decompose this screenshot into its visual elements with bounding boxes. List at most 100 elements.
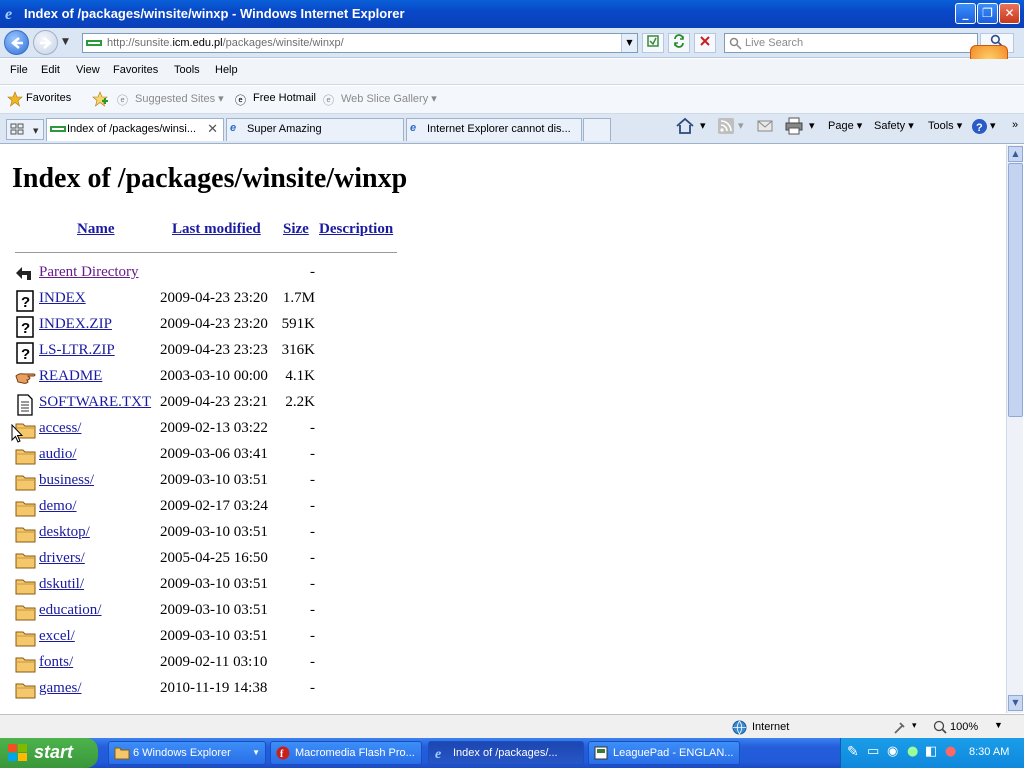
folder-icon <box>15 680 36 700</box>
home-icon[interactable] <box>675 117 695 135</box>
file-link[interactable]: games/ <box>39 680 82 697</box>
zoom-level[interactable]: 100% <box>950 721 978 733</box>
help-dropdown-icon[interactable]: ▾ <box>990 119 996 132</box>
tab-label: Index of /packages/winsi... <box>67 123 197 135</box>
tab-ie-icon: e <box>230 122 237 134</box>
file-link[interactable]: excel/ <box>39 628 75 645</box>
tray-volume-icon[interactable]: ◧ <box>925 744 937 759</box>
file-link[interactable]: INDEX.ZIP <box>39 316 112 333</box>
feeds-icon[interactable] <box>718 118 734 134</box>
compatibility-view-button[interactable] <box>642 33 664 53</box>
tray-pen-icon[interactable]: ✎ <box>847 744 859 760</box>
file-link[interactable]: access/ <box>39 420 81 437</box>
zoom-dropdown-icon[interactable]: ▼ <box>994 720 1003 730</box>
protected-mode-dropdown-icon[interactable]: ▾ <box>912 720 917 731</box>
parent-icon <box>15 264 35 284</box>
tab-label: Internet Explorer cannot dis... <box>427 123 571 135</box>
file-size: - <box>310 472 315 488</box>
new-tab-button[interactable] <box>583 118 611 141</box>
back-button[interactable] <box>4 30 29 55</box>
menu-tools[interactable]: Tools <box>174 64 200 76</box>
scroll-thumb[interactable] <box>1008 163 1023 417</box>
menu-help[interactable]: Help <box>215 64 238 76</box>
tray-security-icon[interactable]: ● <box>945 744 956 759</box>
file-link[interactable]: INDEX <box>39 290 86 307</box>
page-menu[interactable]: Page ▾ <box>828 119 862 132</box>
menu-file[interactable]: File <box>10 64 28 76</box>
address-dropdown-icon[interactable]: ▼ <box>621 34 637 52</box>
fav-free-hotmail[interactable]: Free Hotmail <box>253 92 316 104</box>
file-link[interactable]: LS-LTR.ZIP <box>39 342 115 359</box>
tab-label: Super Amazing <box>247 123 322 135</box>
feeds-dropdown-icon[interactable]: ▾ <box>738 119 744 132</box>
tab-ie-icon: e <box>410 122 417 134</box>
stop-button[interactable] <box>694 33 716 53</box>
col-description-header[interactable]: Description <box>319 221 393 238</box>
favorites-star-icon <box>7 91 23 107</box>
file-modified: 2009-04-23 23:20 <box>160 316 268 332</box>
tab-ie-cannot-display[interactable]: e Internet Explorer cannot dis... <box>406 118 582 141</box>
add-favorite-icon[interactable] <box>92 91 108 107</box>
forward-button[interactable] <box>33 30 58 55</box>
close-button[interactable]: ✕ <box>999 3 1020 24</box>
history-dropdown-icon[interactable]: ▼ <box>62 37 69 47</box>
security-zone[interactable]: Internet <box>752 721 789 733</box>
col-name-header[interactable]: Name <box>77 221 115 238</box>
tray-app-icon[interactable]: ● <box>907 744 918 759</box>
file-link[interactable]: README <box>39 368 102 385</box>
tab-super-amazing[interactable]: e Super Amazing <box>226 118 404 141</box>
file-link[interactable]: desktop/ <box>39 524 90 541</box>
read-mail-icon[interactable] <box>757 119 773 133</box>
protected-mode-icon[interactable] <box>892 720 907 735</box>
minimize-button[interactable]: _ <box>955 3 976 24</box>
menu-favorites[interactable]: Favorites <box>113 64 158 76</box>
safety-menu[interactable]: Safety ▾ <box>874 119 914 132</box>
fav-web-slice-gallery[interactable]: Web Slice Gallery ▾ <box>341 92 437 105</box>
restore-button[interactable]: ❐ <box>977 3 998 24</box>
more-commands-icon[interactable]: » <box>1012 119 1018 131</box>
tray-monitor-icon[interactable]: ▭ <box>867 744 879 759</box>
file-link[interactable]: dskutil/ <box>39 576 84 593</box>
file-link[interactable]: business/ <box>39 472 94 489</box>
print-dropdown-icon[interactable]: ▾ <box>809 119 815 132</box>
menu-edit[interactable]: Edit <box>41 64 60 76</box>
file-link[interactable]: drivers/ <box>39 550 85 567</box>
home-dropdown-icon[interactable]: ▾ <box>700 119 706 132</box>
tray-network-icon[interactable]: ◉ <box>887 744 898 759</box>
print-icon[interactable] <box>785 117 803 135</box>
taskbar-task[interactable]: e Index of /packages/... <box>428 741 584 765</box>
taskbar-task[interactable]: LeaguePad - ENGLAN... <box>588 741 740 765</box>
tab-index-of-packages[interactable]: Index of /packages/winsi... ✕ <box>46 118 224 141</box>
taskbar-task[interactable]: f Macromedia Flash Pro... <box>270 741 422 765</box>
scroll-up-icon[interactable]: ▲ <box>1008 146 1023 162</box>
scroll-down-icon[interactable]: ▼ <box>1008 695 1023 711</box>
file-link[interactable]: audio/ <box>39 446 77 463</box>
search-input[interactable]: Live Search <box>724 33 978 53</box>
fav-ie-icon: ⓔ <box>323 95 334 107</box>
fav-suggested-sites[interactable]: Suggested Sites ▾ <box>135 92 224 105</box>
col-modified-header[interactable]: Last modified <box>172 221 261 238</box>
file-link[interactable]: fonts/ <box>39 654 73 671</box>
task-group-dropdown-icon[interactable]: ▼ <box>252 748 260 757</box>
vertical-scrollbar[interactable]: ▲ ▼ <box>1006 145 1023 713</box>
start-button[interactable]: start <box>0 738 98 768</box>
file-link[interactable]: education/ <box>39 602 101 619</box>
clock[interactable]: 8:30 AM <box>969 746 1009 758</box>
tab-bar: ▼ Index of /packages/winsi... ✕ e Super … <box>0 114 1024 144</box>
site-favicon-icon <box>86 40 102 46</box>
file-link[interactable]: demo/ <box>39 498 77 515</box>
ie-icon: e <box>434 746 448 763</box>
favorites-button[interactable]: Favorites <box>26 92 71 104</box>
tools-menu[interactable]: Tools ▾ <box>928 119 962 132</box>
help-icon[interactable]: ? <box>971 118 988 135</box>
taskbar-task[interactable]: 6 Windows Explorer ▼ <box>108 741 266 765</box>
file-row: ? INDEX.ZIP 2009-04-23 23:20 591K <box>2 315 402 341</box>
refresh-button[interactable] <box>668 33 690 53</box>
file-link[interactable]: Parent Directory <box>39 264 139 281</box>
menu-view[interactable]: View <box>76 64 100 76</box>
quick-tabs-button[interactable]: ▼ <box>6 119 44 140</box>
tab-close-icon[interactable]: ✕ <box>207 121 218 137</box>
col-size-header[interactable]: Size <box>283 221 309 238</box>
file-link[interactable]: SOFTWARE.TXT <box>39 394 151 411</box>
address-field[interactable]: http://sunsite.icm.edu.pl/packages/winsi… <box>82 33 638 53</box>
